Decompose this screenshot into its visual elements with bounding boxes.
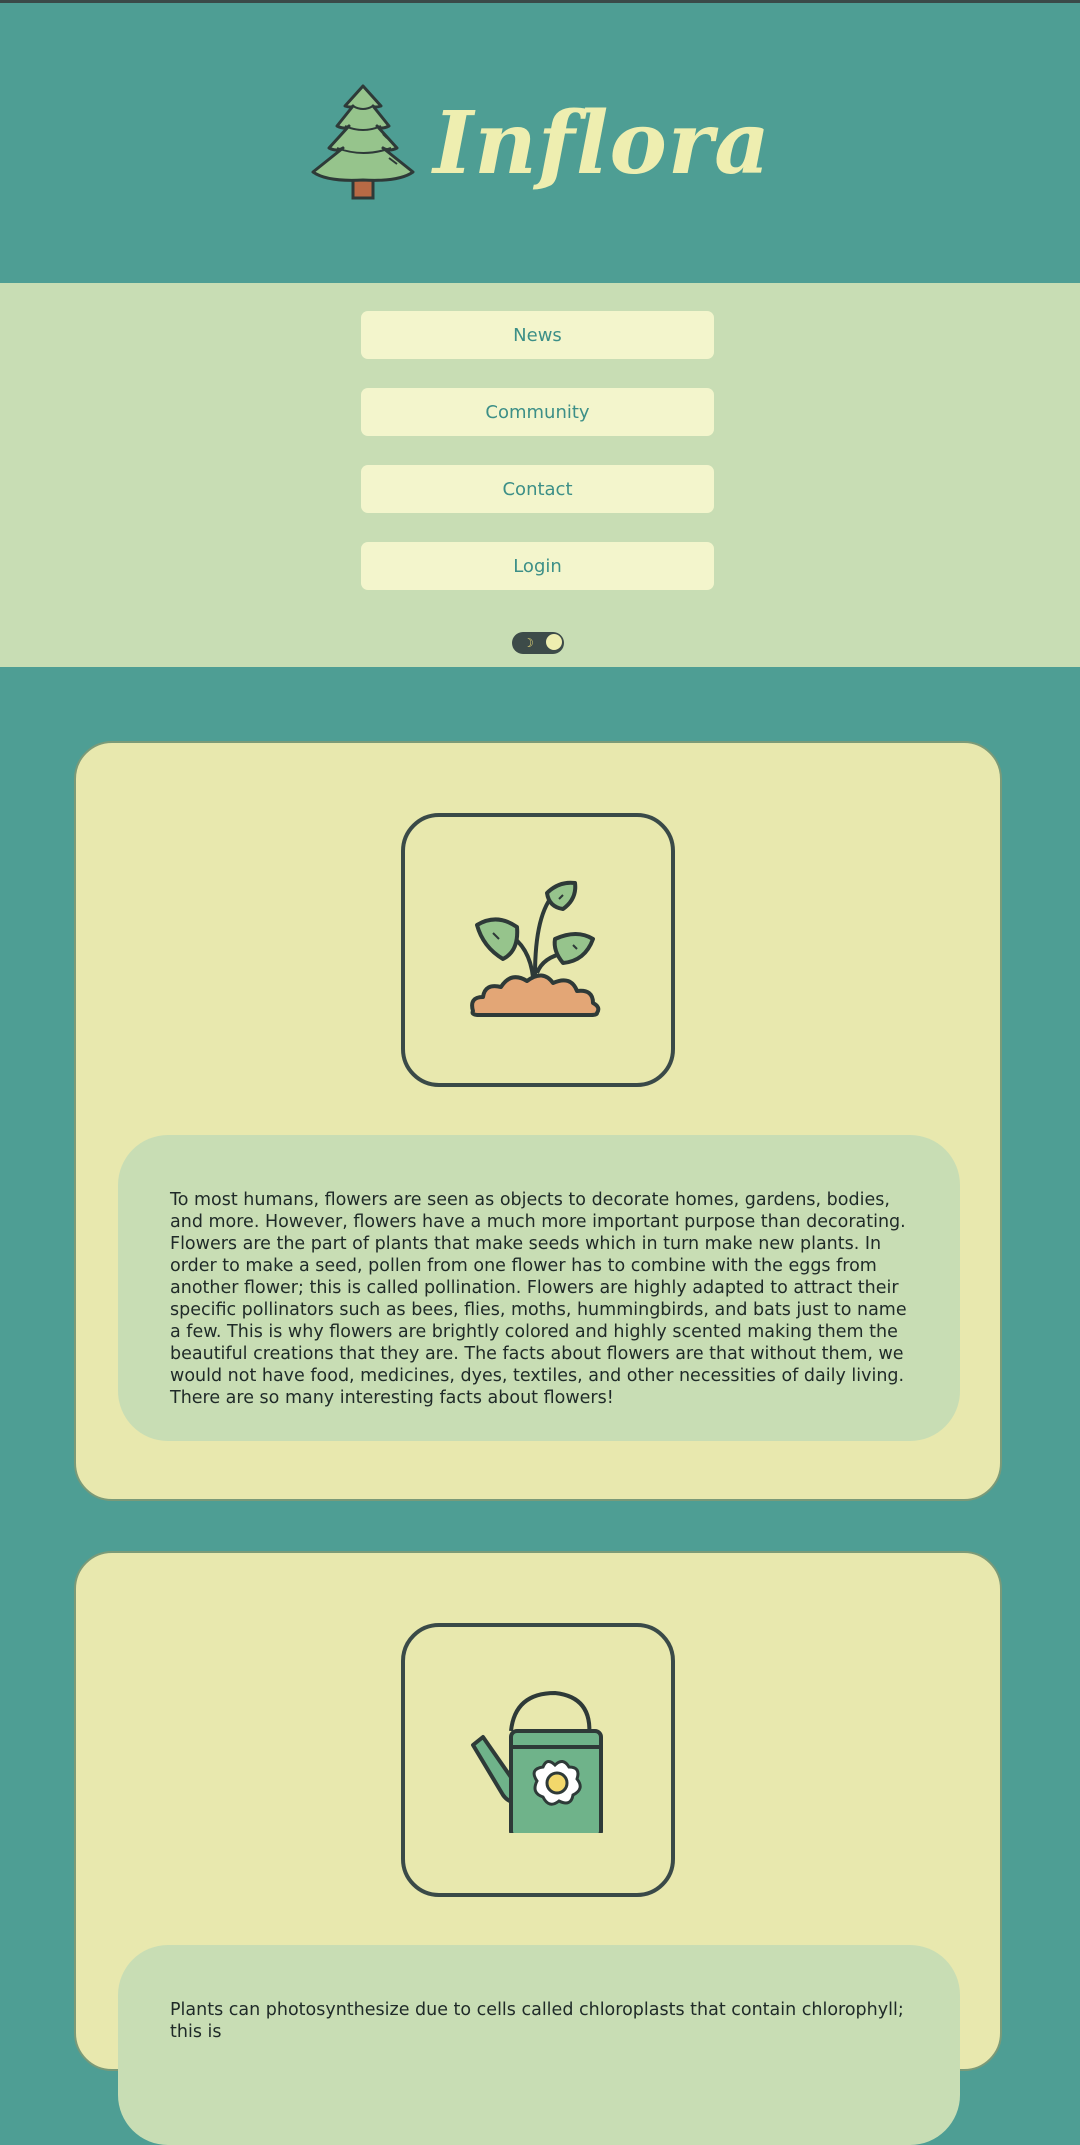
card-icon-frame — [401, 1623, 675, 1897]
nav-login-button[interactable]: Login — [361, 542, 714, 590]
moon-icon: ☽ — [523, 636, 534, 650]
brand[interactable]: Inflora — [309, 78, 771, 208]
card-paragraph: To most humans, flowers are seen as obje… — [170, 1190, 907, 1408]
content: To most humans, flowers are seen as obje… — [0, 667, 1080, 2145]
card-text-panel: Plants can photosynthesize due to cells … — [118, 1945, 960, 2145]
info-card: To most humans, flowers are seen as obje… — [74, 741, 1002, 1501]
main-nav: News Community Contact Login ☽ — [0, 283, 1080, 667]
theme-toggle[interactable]: ☽ — [512, 632, 564, 654]
sprout-icon — [463, 873, 613, 1027]
nav-community-button[interactable]: Community — [361, 388, 714, 436]
toggle-knob — [545, 633, 563, 651]
info-card: Plants can photosynthesize due to cells … — [74, 1551, 1002, 2145]
card-text-panel: To most humans, flowers are seen as obje… — [118, 1135, 960, 1441]
card-icon-frame — [401, 813, 675, 1087]
watering-can-icon — [463, 1683, 613, 1839]
nav-news-button[interactable]: News — [361, 311, 714, 359]
site-header: Inflora — [0, 3, 1080, 283]
site-title: Inflora — [433, 92, 771, 194]
card-paragraph: Plants can photosynthesize due to cells … — [170, 2000, 904, 2042]
pine-tree-icon — [309, 78, 419, 208]
nav-contact-button[interactable]: Contact — [361, 465, 714, 513]
